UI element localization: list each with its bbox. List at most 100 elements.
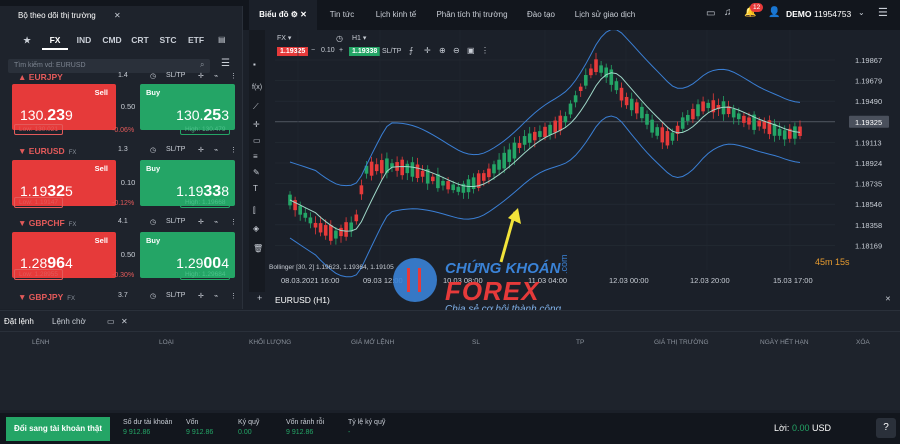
chart-type-icon[interactable]: ⫿ xyxy=(253,206,256,216)
stat-value: 9 912.86 xyxy=(123,429,151,436)
list-item[interactable]: ▼ GBPCHF FX 4.1 ◷ SL/TP ✛ ⌁ ⋮ Sell 1.2896… xyxy=(8,218,237,284)
tab-chart-label: Biểu đồ xyxy=(259,10,289,19)
change-percent: -0.12% xyxy=(112,200,135,207)
tab-market-analysis[interactable]: Phân tích thị trường xyxy=(428,0,516,30)
more-icon[interactable]: ⋮ xyxy=(230,292,237,300)
clock-icon[interactable]: ◷ xyxy=(150,146,156,154)
tab-chart[interactable]: Biểu đồ ⚙ ✕ xyxy=(249,0,317,30)
divider xyxy=(0,331,900,332)
orders-panel: Đặt lệnh Lệnh chờ ▭ ✕ LỆNH LOẠI KHỐI LƯỢ… xyxy=(0,310,900,410)
clock-icon[interactable]: ◷ xyxy=(150,72,156,80)
tab-fx[interactable]: FX xyxy=(42,30,68,50)
clock-icon[interactable]: ◷ xyxy=(150,292,156,300)
buy-label: Buy xyxy=(146,164,161,173)
candle-body xyxy=(497,159,501,170)
stat-value: 9 912.86 xyxy=(286,429,314,436)
pair-name: ▼ EURUSD FX xyxy=(18,146,77,156)
tab-favorites[interactable]: ★ xyxy=(16,30,38,50)
plus-icon[interactable]: ✛ xyxy=(198,218,204,226)
candle-body xyxy=(487,168,491,178)
more-icon[interactable]: ⋮ xyxy=(230,146,237,154)
candle-body xyxy=(619,87,624,101)
candle-body xyxy=(441,180,445,186)
tab-education[interactable]: Đào tạo xyxy=(518,0,564,30)
candle-body xyxy=(431,176,435,182)
trash-icon[interactable]: 🗑 xyxy=(253,244,263,253)
pair-name: ▼ GBPCHF FX xyxy=(18,218,77,228)
window-icon[interactable]: ▭ xyxy=(706,8,715,19)
search-icon[interactable]: ⌕ xyxy=(200,60,204,70)
tab-etf[interactable]: ETF xyxy=(184,30,208,50)
chart-icon[interactable]: ⌁ xyxy=(214,146,218,154)
y-tick-label: 1.19113 xyxy=(855,138,882,147)
clock-icon[interactable]: ◷ xyxy=(150,218,156,226)
price-chart[interactable]: 1.19867 1.19679 1.19490 1.19325 1.19113 1.189… xyxy=(265,30,900,292)
close-icon[interactable]: ✕ xyxy=(121,317,128,326)
candle-body xyxy=(502,152,506,169)
close-icon[interactable]: ✕ xyxy=(885,295,891,303)
tab-open-orders[interactable]: Đặt lệnh xyxy=(4,317,34,326)
chart-icon[interactable]: ⌁ xyxy=(214,292,218,300)
music-icon[interactable]: ♫ xyxy=(724,7,732,18)
tab-pending-orders[interactable]: Lệnh chờ xyxy=(52,317,86,326)
menu-icon[interactable]: ☰ xyxy=(878,6,888,19)
list-item[interactable]: ▼ EURUSD FX 1.3 ◷ SL/TP ✛ ⌁ ⋮ Sell 1.1932… xyxy=(8,146,237,212)
tab-economic-calendar[interactable]: Lịch kinh tế xyxy=(366,0,426,30)
buy-label: Buy xyxy=(146,236,161,245)
menu-icon[interactable]: ☰ xyxy=(221,58,230,69)
candle-body xyxy=(737,113,741,120)
tab-ind[interactable]: IND xyxy=(72,30,96,50)
candle-body xyxy=(635,102,639,114)
brush-icon[interactable]: ✎ xyxy=(253,168,260,177)
list-icon[interactable]: ▤ xyxy=(218,35,226,44)
fibonacci-icon[interactable]: ≡ xyxy=(253,152,258,161)
gear-icon[interactable]: ⚙ xyxy=(291,10,298,19)
tab-stc[interactable]: STC xyxy=(156,30,180,50)
x-tick-label: 08.03.2021 16:00 xyxy=(281,276,339,285)
text-icon[interactable]: T xyxy=(253,184,258,193)
list-item[interactable]: ▲ EURJPY 1.4 ◷ SL/TP ✛ ⌁ ⋮ Sell 130.239 … xyxy=(8,72,237,138)
candle-body xyxy=(553,120,557,133)
low-value: Low: 130.021 xyxy=(14,124,64,135)
add-chart-icon[interactable]: + xyxy=(257,293,262,303)
close-icon[interactable]: ✕ xyxy=(300,10,307,19)
function-icon[interactable]: f(x) xyxy=(252,84,262,91)
sltp-label[interactable]: SL/TP xyxy=(166,72,185,79)
cursor-icon[interactable]: ▪ xyxy=(253,60,256,69)
tab-crt[interactable]: CRT xyxy=(128,30,152,50)
chart-icon[interactable]: ⌁ xyxy=(214,218,218,226)
candle-body xyxy=(456,186,461,192)
sltp-label[interactable]: SL/TP xyxy=(166,146,185,153)
y-tick-label: 1.19325 xyxy=(855,118,882,127)
layers-icon[interactable]: ◈ xyxy=(253,224,259,233)
rectangle-icon[interactable]: ▭ xyxy=(253,136,261,145)
plus-icon[interactable]: ✛ xyxy=(198,146,204,154)
pair-name: ▼ GBPJPY FX xyxy=(18,292,75,302)
more-icon[interactable]: ⋮ xyxy=(230,218,237,226)
sltp-label[interactable]: SL/TP xyxy=(166,292,185,299)
plus-icon[interactable]: ✛ xyxy=(198,292,204,300)
chart-icon[interactable]: ⌁ xyxy=(214,72,218,80)
tab-trade-history[interactable]: Lịch sử giao dịch xyxy=(566,0,644,30)
chevron-down-icon[interactable]: ⌄ xyxy=(858,8,865,17)
search-input[interactable]: Tìm kiếm vd: EURUSD xyxy=(8,59,210,73)
plus-icon[interactable]: ✛ xyxy=(198,72,204,80)
candle-body xyxy=(420,170,425,177)
countdown-timer: 45m 15s xyxy=(815,257,850,267)
high-value: High: 1.29684 xyxy=(180,269,231,280)
candle-body xyxy=(670,132,675,141)
tab-cmd[interactable]: CMD xyxy=(100,30,124,50)
crosshair-icon[interactable]: ✛ xyxy=(253,120,260,129)
help-button[interactable]: ? xyxy=(876,418,896,438)
user-icon[interactable]: 👤 xyxy=(768,7,780,18)
close-icon[interactable]: ✕ xyxy=(114,11,121,20)
window-icon[interactable]: ▭ xyxy=(107,317,115,326)
list-item[interactable]: ▼ GBPJPY FX 3.7 ◷ SL/TP ✛ ⌁ ⋮ xyxy=(8,292,237,306)
sltp-label[interactable]: SL/TP xyxy=(166,218,185,225)
more-icon[interactable]: ⋮ xyxy=(230,72,237,80)
switch-real-account-button[interactable]: Đổi sang tài khoản thật xyxy=(6,417,110,441)
change-percent: -0.06% xyxy=(112,127,135,134)
tab-news[interactable]: Tin tức xyxy=(319,0,365,30)
candle-body xyxy=(645,113,649,125)
line-icon[interactable]: ⟋ xyxy=(253,102,259,112)
